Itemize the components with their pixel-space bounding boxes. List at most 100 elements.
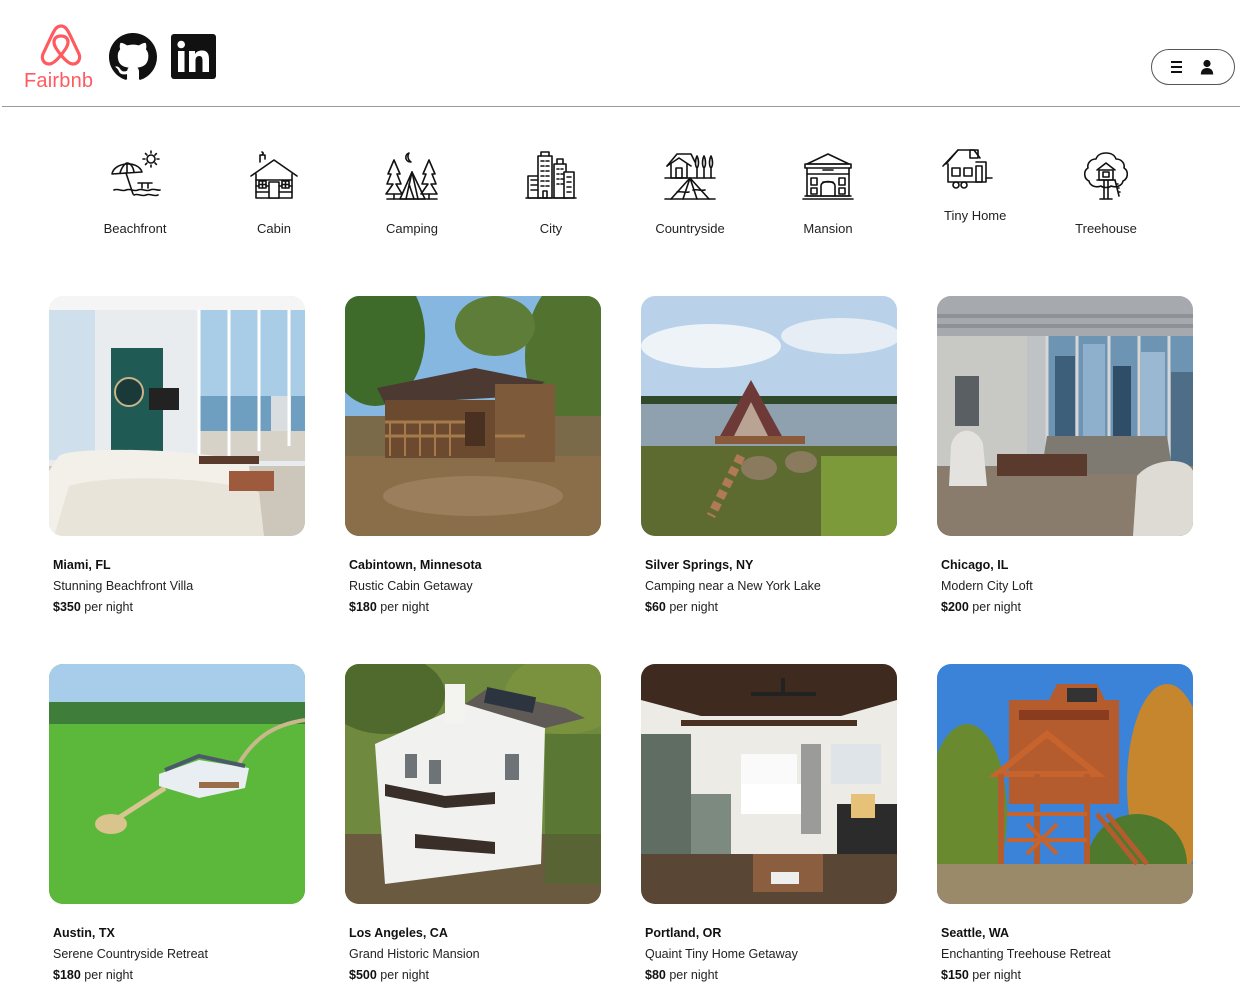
listing-photo[interactable] <box>937 296 1193 536</box>
listing-location: Cabintown, Minnesota <box>349 558 482 572</box>
linkedin-link[interactable] <box>171 34 216 79</box>
price-unit: per night <box>84 968 133 982</box>
listing-price: $80 per night <box>645 968 718 982</box>
category-mansion[interactable]: Mansion <box>773 150 883 260</box>
price-value: $200 <box>941 600 969 614</box>
user-icon <box>1200 59 1214 75</box>
category-treehouse[interactable]: Treehouse <box>1051 150 1161 260</box>
listing-price: $350 per night <box>53 600 133 614</box>
logo-text: Fairbnb <box>24 70 94 92</box>
listing-location: Miami, FL <box>53 558 111 572</box>
category-label: City <box>539 221 563 236</box>
listing-location: Los Angeles, CA <box>349 926 448 940</box>
listing-title: Stunning Beachfront Villa <box>53 579 194 593</box>
listing-title: Modern City Loft <box>941 579 1033 593</box>
price-value: $180 <box>349 600 377 614</box>
price-unit: per night <box>380 968 429 982</box>
top-navbar: Fairbnb <box>0 0 1247 107</box>
price-unit: per night <box>669 968 718 982</box>
github-link[interactable] <box>109 33 157 81</box>
tent-icon <box>385 152 438 200</box>
listing-photo[interactable] <box>345 296 601 536</box>
price-value: $80 <box>645 968 666 982</box>
category-camping[interactable]: Camping <box>357 150 467 260</box>
treehouse-photo <box>937 664 1193 904</box>
airbnb-belo-icon <box>40 24 82 66</box>
listing-location: Silver Springs, NY <box>645 558 754 572</box>
listing-price: $180 per night <box>53 968 133 982</box>
listing-title: Serene Countryside Retreat <box>53 947 208 961</box>
listing-price: $150 per night <box>941 968 1021 982</box>
log-cabin-icon <box>250 151 298 199</box>
category-label: Camping <box>385 221 439 236</box>
linkedin-icon <box>171 34 216 79</box>
beach-umbrella-icon <box>111 150 161 197</box>
listing-photo[interactable] <box>641 664 897 904</box>
header-divider <box>2 106 1240 107</box>
listing-price: $180 per night <box>349 600 429 614</box>
tiny-home-trailer-icon <box>942 149 993 189</box>
listing-price: $60 per night <box>645 600 718 614</box>
beachfront-interior-photo <box>49 296 305 536</box>
listing-card-portland[interactable]: Portland, OR Quaint Tiny Home Getaway $8… <box>641 664 897 992</box>
listing-title: Grand Historic Mansion <box>349 947 480 961</box>
price-value: $350 <box>53 600 81 614</box>
listing-title: Rustic Cabin Getaway <box>349 579 473 593</box>
category-city[interactable]: City <box>496 150 606 260</box>
listing-card-miami[interactable]: Miami, FL Stunning Beachfront Villa $350… <box>49 296 305 626</box>
price-unit: per night <box>380 600 429 614</box>
listing-location: Portland, OR <box>645 926 722 940</box>
listing-card-chicago[interactable]: Chicago, IL Modern City Loft $200 per ni… <box>937 296 1193 626</box>
category-countryside[interactable]: Countryside <box>635 150 745 260</box>
category-tiny-home[interactable]: Tiny Home <box>912 149 1022 260</box>
category-beachfront[interactable]: Beachfront <box>80 150 190 260</box>
treehouse-icon <box>1083 152 1129 200</box>
listing-photo[interactable] <box>641 296 897 536</box>
user-menu-button[interactable] <box>1151 49 1235 85</box>
listing-title: Enchanting Treehouse Retreat <box>941 947 1111 961</box>
price-unit: per night <box>972 600 1021 614</box>
price-value: $150 <box>941 968 969 982</box>
fairbnb-logo[interactable]: Fairbnb <box>24 22 98 94</box>
listing-photo[interactable] <box>345 664 601 904</box>
github-icon <box>109 33 157 80</box>
price-unit: per night <box>669 600 718 614</box>
listing-card-austin[interactable]: Austin, TX Serene Countryside Retreat $1… <box>49 664 305 992</box>
city-loft-photo <box>937 296 1193 536</box>
listing-price: $200 per night <box>941 600 1021 614</box>
lakeside-tent-photo <box>641 296 897 536</box>
listing-location: Seattle, WA <box>941 926 1010 940</box>
listing-location: Austin, TX <box>53 926 115 940</box>
price-value: $180 <box>53 968 81 982</box>
price-value: $500 <box>349 968 377 982</box>
countryside-aerial-photo <box>49 664 305 904</box>
listing-card-los-angeles[interactable]: Los Angeles, CA Grand Historic Mansion $… <box>345 664 601 992</box>
listing-card-cabintown[interactable]: Cabintown, Minnesota Rustic Cabin Getawa… <box>345 296 601 626</box>
listing-card-silver-springs[interactable]: Silver Springs, NY Camping near a New Yo… <box>641 296 897 626</box>
category-label: Treehouse <box>1075 221 1137 236</box>
tiny-home-interior-photo <box>641 664 897 904</box>
hamburger-menu-icon <box>1171 61 1182 73</box>
category-label: Mansion <box>803 221 853 236</box>
category-label: Beachfront <box>103 221 167 236</box>
farmhouse-icon <box>664 153 716 200</box>
category-label: Cabin <box>257 221 291 236</box>
mansion-photo <box>345 664 601 904</box>
category-cabin[interactable]: Cabin <box>219 150 329 260</box>
listing-card-seattle[interactable]: Seattle, WA Enchanting Treehouse Retreat… <box>937 664 1193 992</box>
city-buildings-icon <box>525 151 577 199</box>
price-value: $60 <box>645 600 666 614</box>
listing-photo[interactable] <box>49 296 305 536</box>
listing-title: Quaint Tiny Home Getaway <box>645 947 798 961</box>
price-unit: per night <box>972 968 1021 982</box>
listing-photo[interactable] <box>49 664 305 904</box>
listing-location: Chicago, IL <box>941 558 1009 572</box>
category-label: Tiny Home <box>944 208 1007 223</box>
mansion-icon <box>802 153 854 200</box>
category-label: Countryside <box>655 221 725 236</box>
listing-title: Camping near a New York Lake <box>645 579 821 593</box>
listing-price: $500 per night <box>349 968 429 982</box>
listing-photo[interactable] <box>937 664 1193 904</box>
cabin-photo <box>345 296 601 536</box>
price-unit: per night <box>84 600 133 614</box>
